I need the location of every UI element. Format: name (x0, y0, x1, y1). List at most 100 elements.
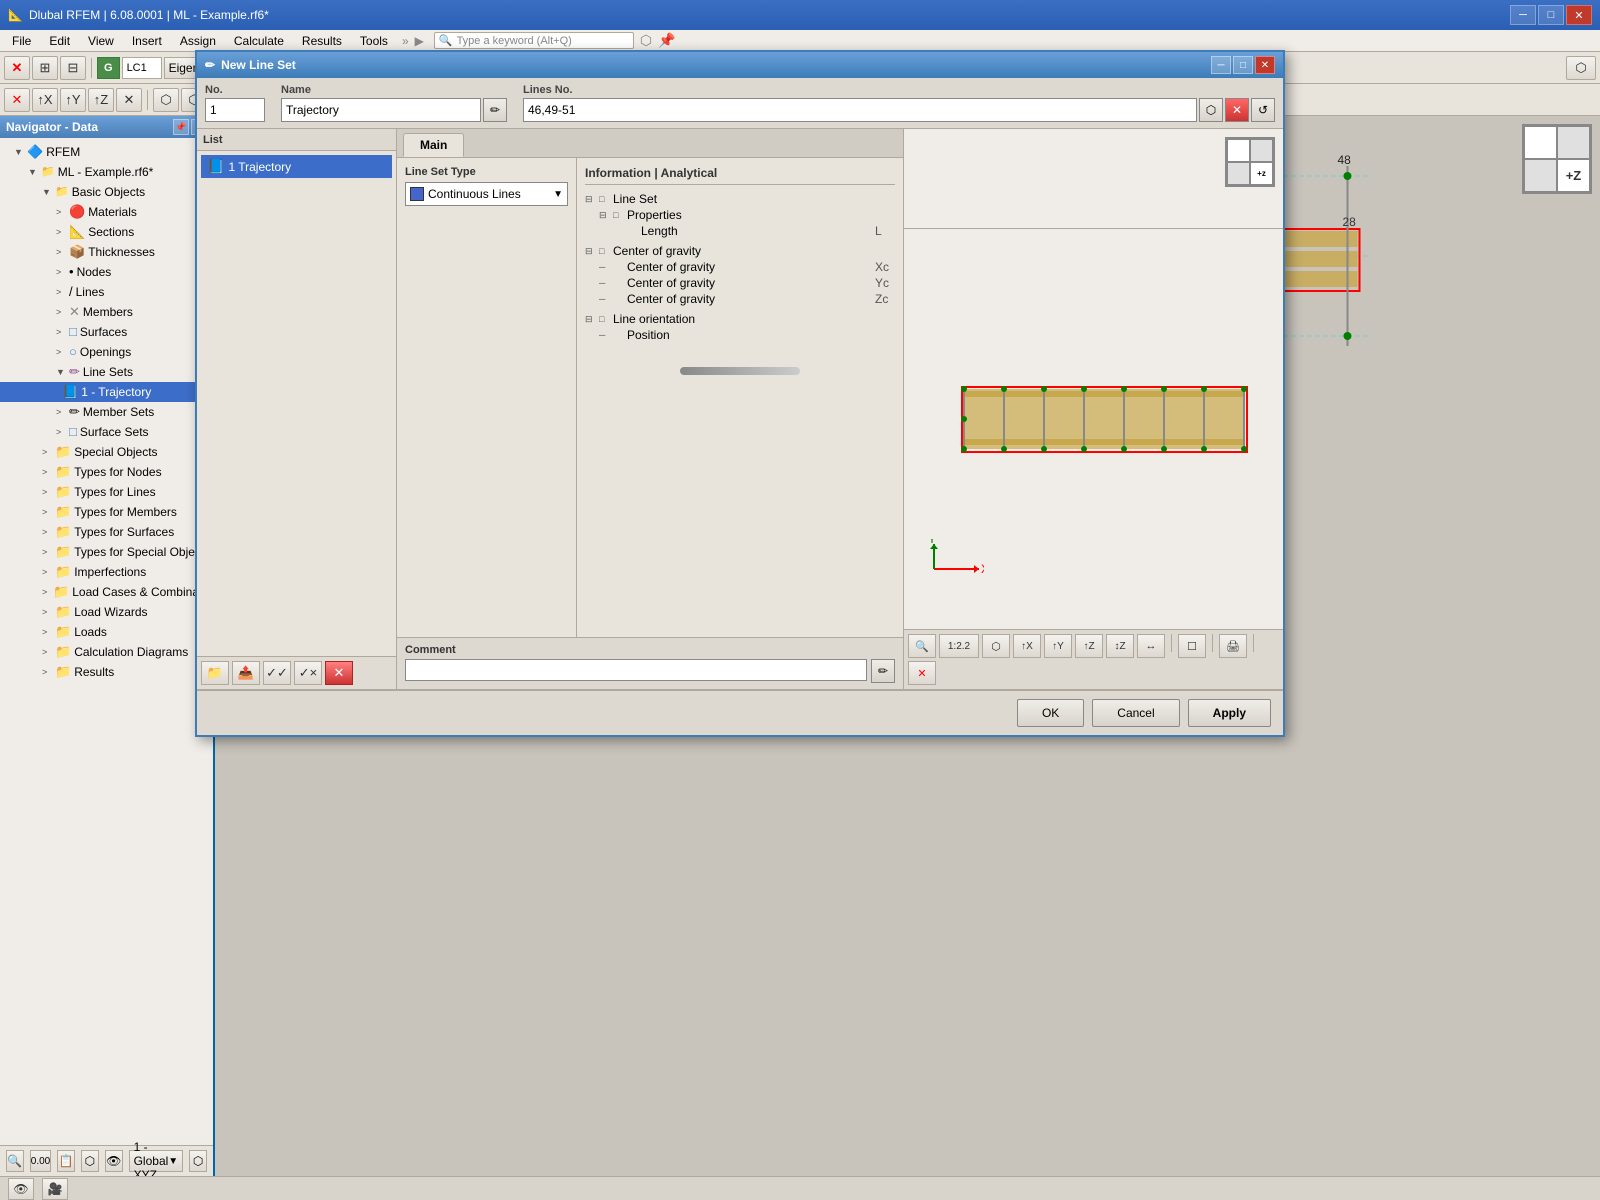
menu-results[interactable]: Results (294, 32, 350, 50)
close-btn[interactable]: ✕ (1566, 5, 1592, 25)
nav-pin-btn[interactable]: 📌 (173, 119, 189, 135)
scrollbar-indicator[interactable] (680, 367, 800, 375)
list-item-trajectory[interactable]: 📘 1 Trajectory (201, 155, 392, 178)
modal-maximize-btn[interactable]: □ (1233, 56, 1253, 74)
prev-tb-btn-1[interactable]: 🔍 (908, 634, 936, 658)
prev-tb-btn-8[interactable]: ↔ (1137, 634, 1165, 658)
modal-minimize-btn[interactable]: ─ (1211, 56, 1231, 74)
list-delete-btn[interactable]: ✕ (325, 661, 353, 685)
tb2-btn-4[interactable]: ↑Z (88, 88, 114, 112)
tb2-btn-6[interactable]: ⬡ (153, 88, 179, 112)
nav-table-btn[interactable]: 📋 (57, 1150, 75, 1172)
nav-item-line-sets[interactable]: ▼ ✏ Line Sets (0, 362, 213, 382)
list-add-btn[interactable]: 📁 (201, 661, 229, 685)
toolbar-btn-2[interactable]: ⊟ (60, 56, 86, 80)
nav-item-member-sets[interactable]: > ✏ Member Sets (0, 402, 213, 422)
prev-tb-btn-4[interactable]: ↑X (1013, 634, 1041, 658)
nav-item-trajectory[interactable]: 📘 1 - Trajectory (0, 382, 213, 402)
type-dropdown[interactable]: Continuous Lines ▼ (405, 182, 568, 206)
nav-item-surfaces[interactable]: > □ Surfaces (0, 322, 213, 342)
prev-tb-btn-3[interactable]: ⬡ (982, 634, 1010, 658)
status-eye-btn[interactable]: 👁 (8, 1178, 34, 1200)
nav-filter-btn[interactable]: ⬡ (81, 1150, 99, 1172)
nav-item-members[interactable]: > ✕ Members (0, 302, 213, 322)
prev-tb-btn-5[interactable]: ↑Y (1044, 634, 1072, 658)
nav-item-types-lines[interactable]: > 📁 Types for Lines (0, 482, 213, 502)
tb2-btn-5[interactable]: ✕ (116, 88, 142, 112)
tab-main[interactable]: Main (403, 133, 464, 157)
red-x-btn[interactable]: ✕ (4, 56, 30, 80)
icon-btn-17[interactable]: ⬡ (1566, 56, 1596, 80)
menu-tools[interactable]: Tools (352, 32, 396, 50)
lines-clear-btn[interactable]: ✕ (1225, 98, 1249, 122)
tree-row-orientation[interactable]: ⊟ □ Line orientation (585, 311, 895, 327)
nav-item-basic-objects[interactable]: ▼ 📁 Basic Objects (0, 182, 213, 202)
tree-row-properties[interactable]: ⊟ □ Properties (585, 207, 895, 223)
nav-item-types-surfaces[interactable]: > 📁 Types for Surfaces (0, 522, 213, 542)
apply-button[interactable]: Apply (1188, 699, 1271, 727)
nav-item-load-wizards[interactable]: > 📁 Load Wizards (0, 602, 213, 622)
lines-undo-btn[interactable]: ↺ (1251, 98, 1275, 122)
name-input[interactable] (281, 98, 481, 122)
nav-item-lines[interactable]: > / Lines (0, 282, 213, 302)
modal-close-btn[interactable]: ✕ (1255, 56, 1275, 74)
nav-item-imperfections[interactable]: > 📁 Imperfections (0, 562, 213, 582)
no-input[interactable] (205, 98, 265, 122)
nav-item-sections[interactable]: > 📐 Sections (0, 222, 213, 242)
nav-item-types-special[interactable]: > 📁 Types for Special Object (0, 542, 213, 562)
menu-calculate[interactable]: Calculate (226, 32, 292, 50)
comment-edit-btn[interactable]: ✏ (871, 659, 895, 683)
nav-extra-btn[interactable]: ⬡ (189, 1150, 207, 1172)
nav-item-ml-example[interactable]: ▼ 📁 ML - Example.rf6* (0, 162, 213, 182)
menu-file[interactable]: File (4, 32, 39, 50)
nav-item-calc-diagrams[interactable]: > 📁 Calculation Diagrams (0, 642, 213, 662)
nav-zero-btn[interactable]: 0.00 (30, 1150, 51, 1172)
lines-no-input[interactable] (523, 98, 1197, 122)
list-check-btn[interactable]: ✓✓ (263, 661, 291, 685)
prev-tb-btn-scale[interactable]: 1:2.2 (939, 634, 979, 658)
search-box[interactable]: 🔍 Type a keyword (Alt+Q) (434, 32, 634, 49)
prev-tb-btn-10[interactable]: 🖨 (1219, 634, 1247, 658)
maximize-btn[interactable]: □ (1538, 5, 1564, 25)
nav-item-types-members[interactable]: > 📁 Types for Members (0, 502, 213, 522)
search-pin[interactable]: 📌 (658, 32, 675, 49)
list-check2-btn[interactable]: ✓× (294, 661, 322, 685)
tb2-btn-3[interactable]: ↑Y (60, 88, 86, 112)
tree-row-position[interactable]: ─ Position (585, 327, 895, 343)
view-selector[interactable]: 1 - Global XYZ ▼ (129, 1150, 184, 1172)
nav-item-types-nodes[interactable]: > 📁 Types for Nodes (0, 462, 213, 482)
tree-row-length[interactable]: Length L (585, 223, 895, 239)
lc-type-btn[interactable]: G (97, 57, 120, 79)
tree-row-line-set[interactable]: ⊟ □ Line Set (585, 191, 895, 207)
cancel-button[interactable]: Cancel (1092, 699, 1179, 727)
nav-item-special-objects[interactable]: > 📁 Special Objects (0, 442, 213, 462)
tree-row-cog[interactable]: ⊟ □ Center of gravity (585, 243, 895, 259)
tree-row-cogy[interactable]: ─ Center of gravity Yc (585, 275, 895, 291)
nav-item-nodes[interactable]: > • Nodes (0, 262, 213, 282)
prev-tb-btn-9[interactable]: ☐ (1178, 634, 1206, 658)
nav-item-surface-sets[interactable]: > □ Surface Sets (0, 422, 213, 442)
tree-row-cogz[interactable]: ─ Center of gravity Zc (585, 291, 895, 307)
nav-item-load-cases[interactable]: > 📁 Load Cases & Combina... (0, 582, 213, 602)
menu-assign[interactable]: Assign (172, 32, 224, 50)
menu-view[interactable]: View (80, 32, 122, 50)
list-export-btn[interactable]: 📤 (232, 661, 260, 685)
lines-pick-btn[interactable]: ⬡ (1199, 98, 1223, 122)
nav-item-results[interactable]: > 📁 Results (0, 662, 213, 682)
edit-name-btn[interactable]: ✏ (483, 98, 507, 122)
nav-item-openings[interactable]: > ○ Openings (0, 342, 213, 362)
minimize-btn[interactable]: ─ (1510, 5, 1536, 25)
status-camera-btn[interactable]: 🎥 (42, 1178, 68, 1200)
tb2-btn-1[interactable]: ✕ (4, 88, 30, 112)
lc-number[interactable]: LC1 (122, 57, 162, 79)
nav-eye-btn[interactable]: 👁 (105, 1150, 123, 1172)
ok-button[interactable]: OK (1017, 699, 1084, 727)
toolbar-btn-1[interactable]: ⊞ (32, 56, 58, 80)
nav-item-rfem[interactable]: ▼ 🔷 RFEM (0, 142, 213, 162)
menu-edit[interactable]: Edit (41, 32, 78, 50)
tb2-btn-2[interactable]: ↑X (32, 88, 58, 112)
prev-tb-btn-11[interactable]: ✕ (908, 661, 936, 685)
nav-item-thicknesses[interactable]: > 📦 Thicknesses (0, 242, 213, 262)
nav-item-loads[interactable]: > 📁 Loads (0, 622, 213, 642)
search-expand[interactable]: ⬡ (640, 32, 652, 49)
